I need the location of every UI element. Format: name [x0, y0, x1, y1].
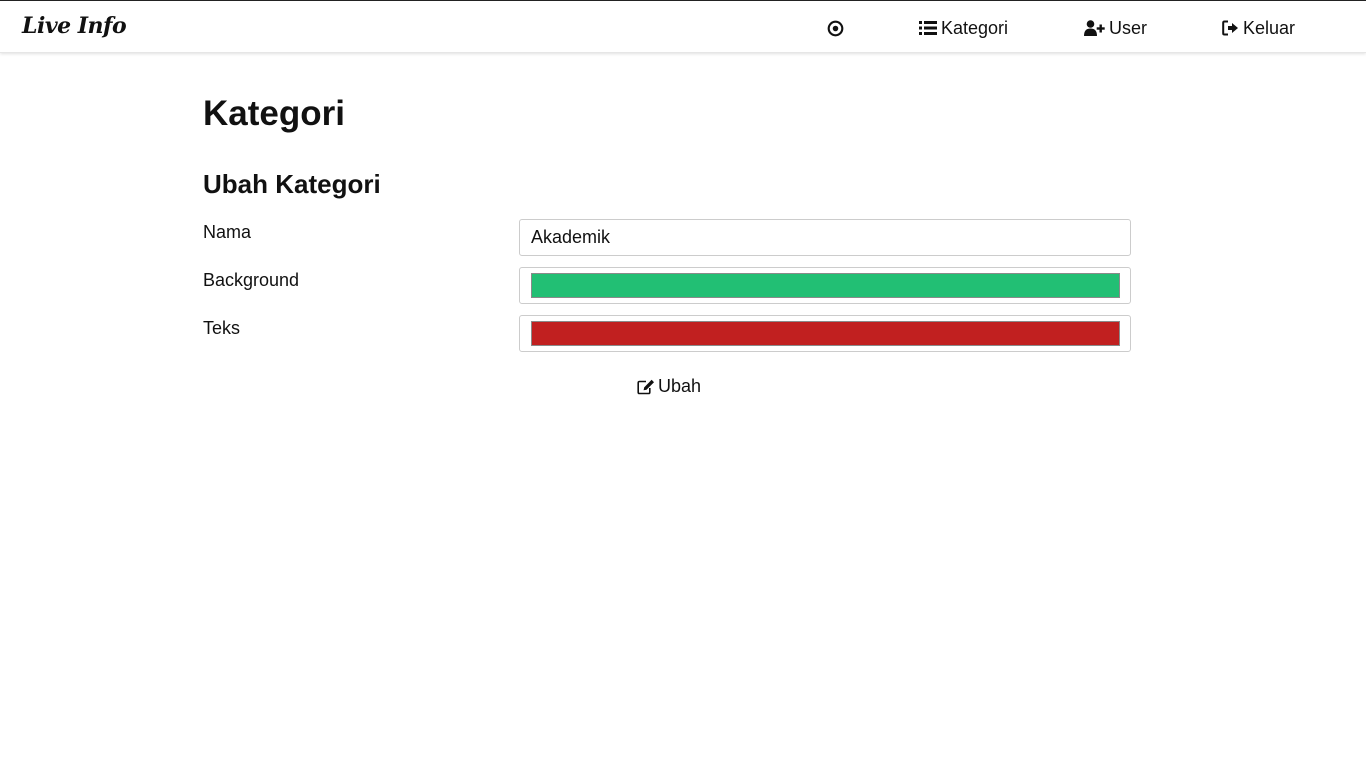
target-icon [827, 20, 848, 37]
background-color-input[interactable] [519, 267, 1131, 304]
nav-kategori[interactable]: Kategori [919, 17, 1008, 39]
nama-input[interactable] [519, 219, 1131, 256]
nav-kategori-label: Kategori [941, 17, 1009, 38]
nav-user[interactable]: User [1084, 17, 1147, 39]
teks-color-swatch [531, 321, 1120, 346]
background-color-swatch [531, 273, 1120, 298]
form-title: Ubah Kategori [203, 169, 381, 199]
user-plus-icon [1084, 20, 1109, 36]
top-navbar: Live Info Kategori User Keluar [0, 0, 1366, 53]
nav-user-label: User [1109, 17, 1148, 38]
ubah-button-label: Ubah [658, 376, 702, 396]
ubah-button[interactable]: Ubah [637, 376, 701, 397]
nama-label: Nama [203, 222, 252, 242]
nav-keluar-label: Keluar [1243, 17, 1296, 38]
teks-color-input[interactable] [519, 315, 1131, 352]
edit-icon [637, 379, 658, 395]
background-label: Background [203, 270, 300, 290]
main-content: Kategori Ubah Kategori Nama Background T… [203, 92, 1131, 396]
teks-label: Teks [203, 318, 241, 338]
nav-keluar[interactable]: Keluar [1222, 17, 1295, 39]
page-title: Kategori [203, 94, 345, 133]
nav-home[interactable] [827, 17, 848, 39]
brand-logo[interactable]: Live Info [22, 13, 127, 39]
sign-out-icon [1222, 20, 1243, 36]
list-icon [919, 20, 941, 36]
